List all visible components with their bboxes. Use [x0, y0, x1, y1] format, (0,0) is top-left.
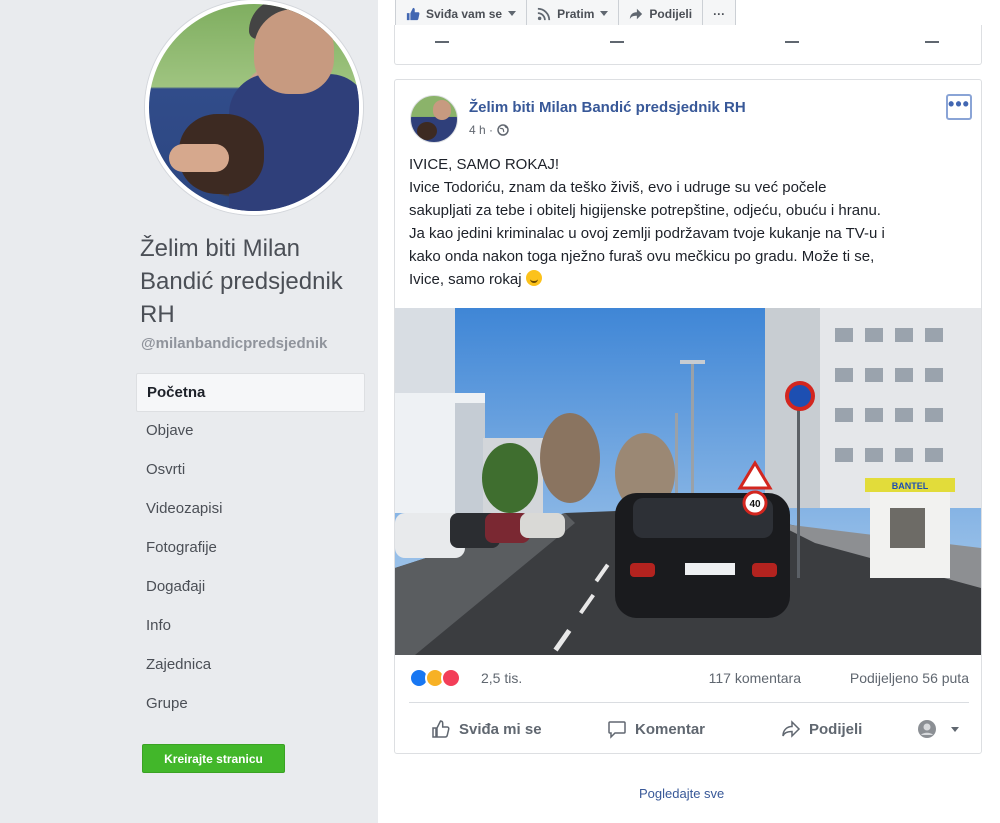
post-text-line: sakupljati za tebe i obitelj higijenske …: [409, 202, 881, 219]
nav-item-info[interactable]: Info: [136, 607, 365, 646]
following-button[interactable]: Pratim: [527, 0, 620, 28]
post-actions: Sviđa mi se Komentar Podijeli: [409, 713, 969, 745]
nav-item-grupe[interactable]: Grupe: [136, 685, 365, 724]
share-arrow-outline-icon: [782, 720, 801, 738]
post-meta: 4 h ·: [469, 123, 509, 137]
share-page-button[interactable]: Podijeli: [619, 0, 704, 28]
liked-label: Sviđa vam se: [426, 6, 503, 21]
profile-picture[interactable]: [145, 0, 363, 215]
share-button[interactable]: Podijeli: [781, 713, 862, 745]
street-scene-illustration: 40 BANTEL: [395, 308, 981, 655]
chevron-down-icon: [600, 11, 609, 16]
shares-count[interactable]: Podijeljeno 56 puta: [850, 670, 969, 686]
nav-item-dogadaji[interactable]: Događaji: [136, 568, 365, 607]
liked-button[interactable]: Sviđa vam se: [395, 0, 528, 28]
post-text-line: Ja kao jedini kriminalac u ovoj zemlji p…: [409, 225, 885, 242]
post-options-dots: •••: [948, 94, 970, 114]
post-card: Želim biti Milan Bandić predsjednik RH 4…: [394, 79, 982, 754]
share-arrow-icon: [630, 8, 643, 19]
see-all-link[interactable]: Pogledajte sve: [639, 786, 724, 801]
previous-post-action-fragment: [785, 37, 799, 43]
post-as-selector[interactable]: [917, 713, 959, 745]
post-text-line: IVICE, SAMO ROKAJ!: [409, 156, 560, 173]
nav-item-osvrti[interactable]: Osvrti: [136, 451, 365, 490]
page-nav: Početna Objave Osvrti Videozapisi Fotogr…: [136, 373, 365, 724]
love-reaction-icon: [441, 668, 461, 688]
thumbs-up-icon: [406, 7, 420, 20]
nav-item-objave[interactable]: Objave: [136, 412, 365, 451]
nav-item-fotografije[interactable]: Fotografije: [136, 529, 365, 568]
post-text-line: Ivice Todoriću, znam da teško živiš, evo…: [409, 179, 827, 196]
comment-button[interactable]: Komentar: [607, 713, 705, 745]
post-timestamp[interactable]: 4 h ·: [469, 123, 493, 137]
page-handle[interactable]: @milanbandicpredsjednik: [141, 335, 327, 352]
post-author-avatar[interactable]: [410, 95, 458, 143]
more-options-button[interactable]: ···: [703, 0, 737, 28]
page-avatar-icon: [918, 720, 936, 738]
share-label: Podijeli: [809, 720, 863, 738]
globe-icon: [497, 124, 509, 136]
profile-photo-hand: [169, 144, 229, 172]
create-page-button[interactable]: Kreirajte stranicu: [142, 744, 285, 773]
reactions-summary: 2,5 tis. 117 komentara Podijeljeno 56 pu…: [409, 668, 969, 690]
comments-count[interactable]: 117 komentara: [709, 670, 801, 686]
previous-post-action-fragment: [435, 37, 449, 43]
page-title[interactable]: Želim biti Milan Bandić predsjednik RH: [140, 232, 370, 331]
nav-item-pocetna[interactable]: Početna: [136, 373, 365, 412]
like-button[interactable]: Sviđa mi se: [431, 713, 542, 745]
chevron-down-icon: [951, 726, 959, 732]
chevron-down-icon: [508, 11, 517, 16]
page-action-bar: Sviđa vam se Pratim Podijeli ···: [395, 0, 737, 28]
kiosk-sign-text: BANTEL: [892, 481, 929, 491]
post-message: IVICE, SAMO ROKAJ! Ivice Todoriću, znam …: [409, 153, 969, 291]
reactions-count[interactable]: 2,5 tis.: [481, 670, 522, 686]
more-label: ···: [713, 6, 726, 21]
post-options-button[interactable]: •••: [946, 94, 972, 120]
comment-bubble-icon: [608, 721, 626, 739]
nav-item-zajednica[interactable]: Zajednica: [136, 646, 365, 685]
actions-divider: [409, 702, 969, 703]
speed-limit-sign-text: 40: [749, 499, 761, 510]
comment-label: Komentar: [635, 720, 706, 738]
post-text-line: kako onda nakon toga nježno furaš ovu me…: [409, 248, 875, 265]
post-text-line-last: Ivice, samo rokaj: [409, 268, 969, 291]
following-label: Pratim: [557, 6, 595, 21]
thumbs-up-outline-icon: [432, 720, 450, 738]
avatar-dog: [417, 122, 437, 140]
nav-item-videozapisi[interactable]: Videozapisi: [136, 490, 365, 529]
post-text-line: Ivice, samo rokaj: [409, 271, 522, 288]
profile-photo-head: [254, 9, 334, 94]
previous-post-card: [394, 25, 982, 65]
like-label: Sviđa mi se: [459, 720, 542, 738]
smiling-emoji-icon: [525, 270, 542, 286]
share-page-label: Podijeli: [649, 6, 693, 21]
page-sidebar: Želim biti Milan Bandić predsjednik RH @…: [0, 0, 378, 823]
post-photo[interactable]: 40 BANTEL: [395, 308, 981, 655]
avatar-head: [433, 100, 451, 120]
post-author-link[interactable]: Želim biti Milan Bandić predsjednik RH: [469, 99, 746, 116]
rss-icon: [537, 7, 551, 20]
reaction-icons[interactable]: [409, 668, 461, 688]
previous-post-action-fragment: [610, 37, 624, 43]
previous-post-action-fragment: [925, 37, 939, 43]
